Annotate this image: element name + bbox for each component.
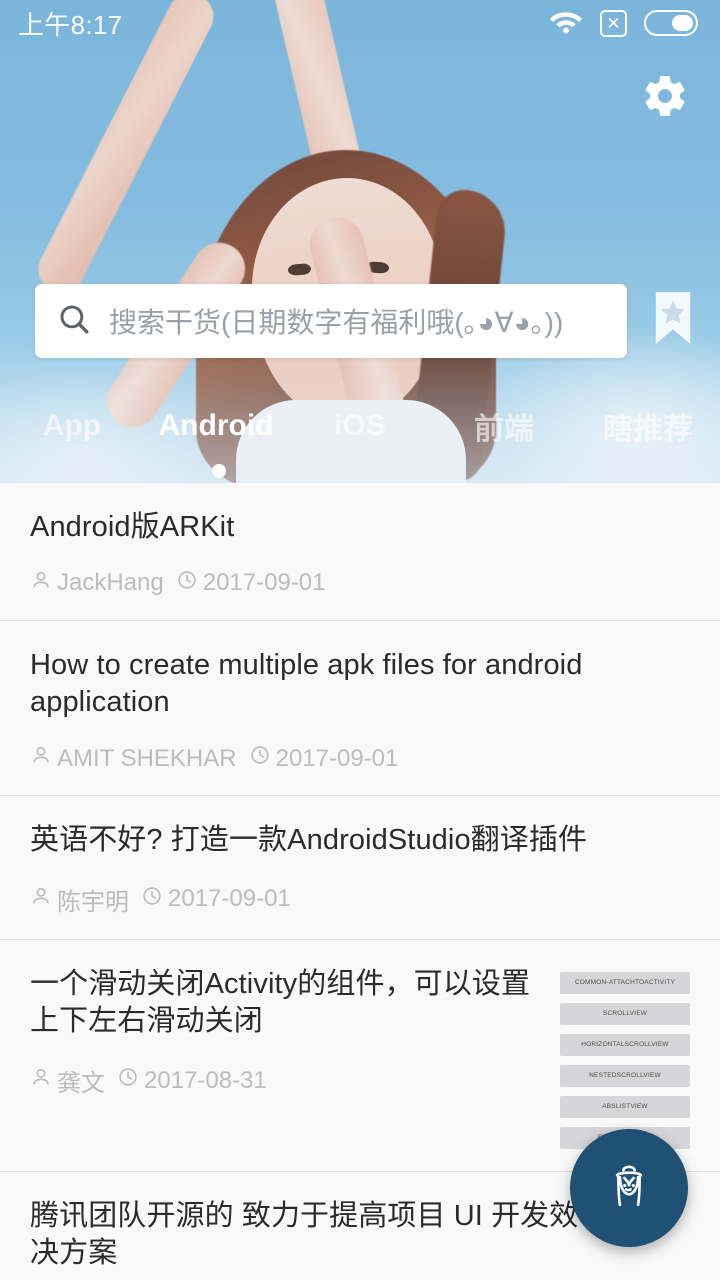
gear-icon	[641, 72, 689, 125]
settings-button[interactable]	[637, 70, 693, 126]
article-date: 2017-09-01	[275, 744, 399, 772]
list-item-content: 一个滑动关闭Activity的组件，可以设置上下左右滑动关闭 龚文 2017-0…	[30, 966, 546, 1149]
active-tab-indicator	[212, 464, 226, 478]
person-icon	[30, 885, 52, 914]
article-date: 2017-09-01	[168, 885, 291, 913]
tab-recommend[interactable]: 瞎推荐	[576, 404, 720, 448]
battery-icon	[644, 10, 698, 36]
list-item[interactable]: Android版ARKit JackHang 2017-09-01	[0, 483, 720, 621]
thumbnail-row: SCROLLVIEW	[560, 1002, 690, 1025]
status-bar: 上午8:17 ✕	[0, 0, 720, 46]
article-author: AMIT SHEKHAR	[57, 744, 237, 772]
status-icon-group: ✕	[549, 8, 698, 39]
article-author: JackHang	[57, 569, 164, 597]
no-sim-icon: ✕	[600, 9, 627, 37]
article-meta: JackHang 2017-09-01	[30, 569, 690, 598]
clock-icon	[117, 1066, 139, 1095]
date-group: 2017-09-01	[141, 885, 291, 914]
article-meta: AMIT SHEKHAR 2017-09-01	[30, 744, 690, 773]
app-screen: 上午8:17 ✕ 搜索干货(日期数字有福利哦(｡◕∀◕｡)) App Andro…	[0, 0, 720, 1280]
article-title: 英语不好? 打造一款AndroidStudio翻译插件	[30, 824, 588, 857]
author-group: 陈宇明	[30, 882, 129, 917]
thumbnail-row: COMMON-ATTACHTOACTIVITY	[560, 971, 690, 994]
list-item-content: 英语不好? 打造一款AndroidStudio翻译插件 陈宇明 2017-09-…	[30, 822, 690, 917]
tab-frontend[interactable]: 前端	[432, 404, 576, 448]
category-tabs: App Android iOS 前端 瞎推荐	[0, 396, 720, 456]
search-icon	[57, 302, 91, 341]
person-icon	[30, 1066, 52, 1095]
tab-android[interactable]: Android	[144, 409, 288, 443]
girl-face-icon	[599, 1156, 659, 1221]
article-date: 2017-09-01	[202, 569, 326, 597]
article-meta: 龚文 2017-08-31	[30, 1063, 546, 1098]
article-thumbnail: COMMON-ATTACHTOACTIVITY SCROLLVIEW HORIZ…	[560, 966, 690, 1149]
thumbnail-row: NESTEDSCROLLVIEW	[560, 1064, 690, 1087]
search-row: 搜索干货(日期数字有福利哦(｡◕∀◕｡))	[0, 284, 720, 358]
article-date: 2017-08-31	[144, 1066, 267, 1094]
date-group: 2017-09-01	[176, 569, 326, 598]
author-group: 龚文	[30, 1063, 105, 1098]
article-author: 陈宇明	[57, 888, 129, 916]
article-author: 龚文	[57, 1070, 105, 1098]
article-title: How to create multiple apk files for and…	[30, 648, 583, 719]
date-group: 2017-09-01	[249, 744, 399, 773]
article-title: Android版ARKit	[30, 511, 235, 543]
thumbnail-row: HORIZONTALSCROLLVIEW	[560, 1033, 690, 1056]
author-group: JackHang	[30, 569, 164, 598]
list-item[interactable]: 英语不好? 打造一款AndroidStudio翻译插件 陈宇明 2017-09-…	[0, 796, 720, 940]
list-item-content: Android版ARKit JackHang 2017-09-01	[30, 509, 690, 598]
search-placeholder: 搜索干货(日期数字有福利哦(｡◕∀◕｡))	[109, 307, 564, 338]
search-input[interactable]: 搜索干货(日期数字有福利哦(｡◕∀◕｡))	[35, 284, 627, 358]
floating-action-button[interactable]	[570, 1129, 688, 1247]
clock-icon	[141, 885, 163, 914]
tab-ios[interactable]: iOS	[288, 409, 432, 443]
bookmark-button[interactable]	[645, 288, 701, 354]
thumbnail-row: ABSLISTVIEW	[560, 1095, 690, 1118]
date-group: 2017-08-31	[117, 1066, 267, 1095]
tab-app[interactable]: App	[0, 409, 144, 443]
status-time: 上午8:17	[18, 9, 123, 40]
wifi-icon	[549, 8, 583, 39]
article-title: 一个滑动关闭Activity的组件，可以设置上下左右滑动关闭	[30, 967, 531, 1038]
clock-icon	[249, 744, 271, 773]
author-group: AMIT SHEKHAR	[30, 744, 237, 773]
list-item-content: How to create multiple apk files for and…	[30, 647, 690, 773]
person-icon	[30, 569, 52, 598]
person-icon	[30, 744, 52, 773]
article-meta: 陈宇明 2017-09-01	[30, 882, 690, 917]
clock-icon	[176, 569, 198, 598]
bookmark-star-icon	[650, 290, 696, 353]
list-item[interactable]: How to create multiple apk files for and…	[0, 620, 720, 797]
